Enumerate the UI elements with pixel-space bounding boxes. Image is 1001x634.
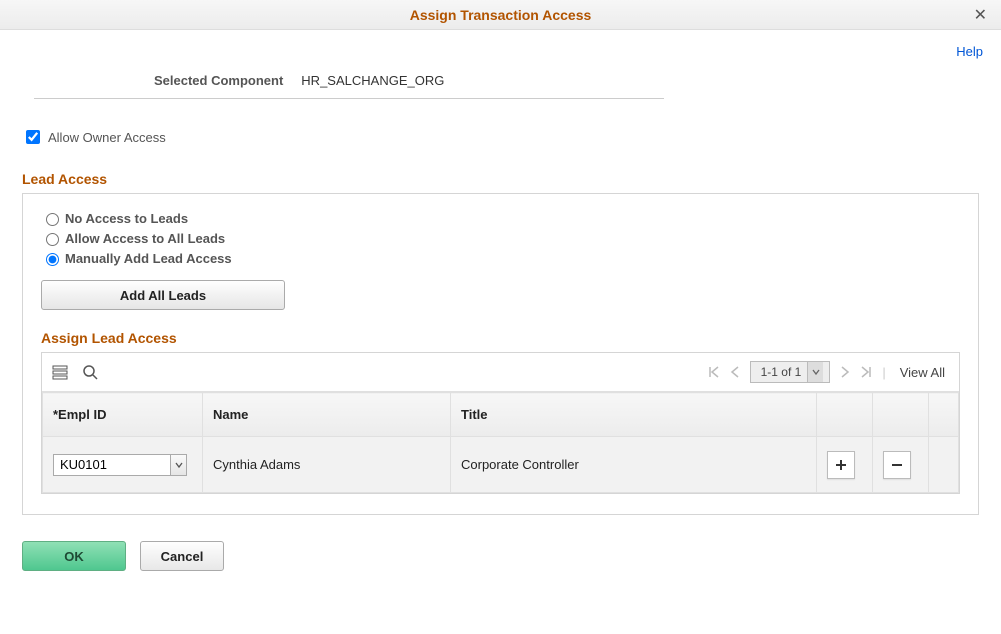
lead-access-table: *Empl ID Name Title: [42, 392, 959, 493]
pager-dropdown-icon[interactable]: [807, 362, 823, 382]
assign-lead-access-grid: 1-1 of 1 | View All: [41, 352, 960, 494]
add-all-leads-button[interactable]: Add All Leads: [41, 280, 285, 310]
cell-name: Cynthia Adams: [203, 437, 451, 493]
ok-button[interactable]: OK: [22, 541, 126, 571]
pager-range-text: 1-1 of 1: [761, 365, 802, 379]
cancel-button[interactable]: Cancel: [140, 541, 224, 571]
selected-component-label: Selected Component: [154, 73, 283, 88]
remove-row-button[interactable]: [883, 451, 911, 479]
allow-owner-access-label: Allow Owner Access: [48, 130, 166, 145]
next-page-icon[interactable]: [840, 366, 850, 378]
col-name[interactable]: Name: [203, 393, 451, 437]
allow-owner-access-checkbox[interactable]: [26, 130, 40, 144]
modal-title: Assign Transaction Access: [410, 7, 592, 23]
empl-id-input[interactable]: [53, 454, 171, 476]
allow-owner-access-row: Allow Owner Access: [22, 127, 979, 147]
col-title[interactable]: Title: [451, 393, 817, 437]
first-page-icon[interactable]: [708, 366, 720, 378]
grid-settings-icon[interactable]: [52, 364, 68, 380]
grid-toolbar: 1-1 of 1 | View All: [42, 353, 959, 392]
col-add: [817, 393, 873, 437]
last-page-icon[interactable]: [860, 366, 872, 378]
radio-all-access-label: Allow Access to All Leads: [65, 231, 225, 246]
view-all-link[interactable]: View All: [896, 365, 949, 380]
selected-component-row: Selected Component HR_SALCHANGE_ORG: [34, 63, 664, 99]
cell-title: Corporate Controller: [451, 437, 817, 493]
empl-id-lookup-icon[interactable]: [171, 454, 187, 476]
add-row-button[interactable]: [827, 451, 855, 479]
radio-all-access[interactable]: [46, 233, 59, 246]
assign-lead-access-heading: Assign Lead Access: [41, 330, 960, 346]
radio-manual-access-label: Manually Add Lead Access: [65, 251, 232, 266]
radio-no-access-label: No Access to Leads: [65, 211, 188, 226]
radio-no-access[interactable]: [46, 213, 59, 226]
modal-header: Assign Transaction Access ✕: [0, 0, 1001, 30]
table-header-row: *Empl ID Name Title: [43, 393, 959, 437]
close-icon[interactable]: ✕: [970, 5, 991, 25]
prev-page-icon[interactable]: [730, 366, 740, 378]
table-row: Cynthia Adams Corporate Controller: [43, 437, 959, 493]
lead-access-box: No Access to Leads Allow Access to All L…: [22, 193, 979, 515]
radio-manual-access[interactable]: [46, 253, 59, 266]
toolbar-divider: |: [882, 365, 885, 380]
lead-access-heading: Lead Access: [22, 171, 979, 187]
pager-range[interactable]: 1-1 of 1: [750, 361, 831, 383]
selected-component-value: HR_SALCHANGE_ORG: [301, 73, 444, 88]
footer-buttons: OK Cancel: [22, 541, 979, 571]
search-icon[interactable]: [82, 364, 98, 380]
col-empl-id[interactable]: *Empl ID: [43, 393, 203, 437]
col-end: [929, 393, 959, 437]
help-link[interactable]: Help: [0, 30, 1001, 63]
col-remove: [873, 393, 929, 437]
